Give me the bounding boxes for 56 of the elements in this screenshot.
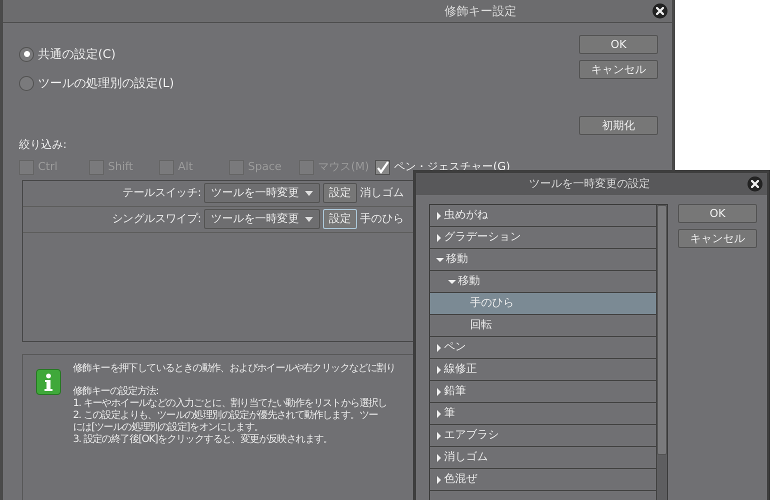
tool-name: 消しゴム — [360, 184, 404, 201]
tree-item[interactable]: ペン — [430, 337, 656, 359]
scrollbar[interactable] — [656, 205, 667, 500]
settings-button[interactable]: 設定 — [323, 183, 357, 203]
window-title: 修飾キー設定 — [444, 3, 516, 20]
tree-item[interactable]: エアブラシ — [430, 425, 656, 447]
caret-right-icon[interactable] — [436, 388, 442, 396]
info-text: 3. 設定の終了後[OK]をクリックすると、変更が反映されます。 — [73, 434, 334, 446]
caret-down-icon[interactable] — [448, 278, 456, 284]
action-dropdown[interactable]: ツールを一時変更 — [204, 183, 320, 203]
tool-name: 手のひら — [360, 210, 404, 227]
dialog-button[interactable]: OK — [678, 204, 757, 223]
tree-item[interactable]: 鉛筆 — [430, 381, 656, 403]
tree-item[interactable]: グラデーション — [430, 227, 656, 249]
caret-right-icon[interactable] — [436, 366, 442, 374]
info-text: 1. キーやホイールなどの入力ごとに、割り当てたい動作をリストから選択し — [73, 398, 388, 410]
radio-label[interactable]: 共通の設定(C) — [38, 45, 116, 63]
tree-item[interactable]: 線修正 — [430, 359, 656, 381]
dialog-button[interactable]: キャンセル — [678, 229, 757, 248]
tree-item[interactable]: 色混ぜ — [430, 469, 656, 491]
settings-button[interactable]: 設定 — [323, 209, 357, 229]
tree-item[interactable]: 移動 — [430, 249, 656, 271]
caret-down-icon — [305, 216, 313, 222]
tree-item[interactable]: 消しゴム — [430, 447, 656, 469]
filter-label: 絞り込み: — [19, 138, 67, 151]
tree-item[interactable]: 手のひら — [430, 293, 656, 315]
close-icon[interactable] — [747, 176, 763, 192]
window-title: ツールを一時変更の設定 — [529, 176, 650, 192]
input-label: シングルスワイプ: — [110, 210, 201, 227]
input-label: テールスイッチ: — [122, 184, 201, 201]
action-dropdown[interactable]: ツールを一時変更 — [204, 209, 320, 229]
radio-label[interactable]: ツールの処理別の設定(L) — [38, 74, 174, 92]
checkbox[interactable] — [375, 160, 390, 175]
radio-button[interactable] — [19, 46, 34, 62]
info-text: 2. この設定よりも、ツールの処理別の設定が優先されて動作します。ツー — [73, 410, 379, 422]
caret-right-icon[interactable] — [436, 344, 442, 352]
info-text: 修飾キーの設定方法: — [73, 386, 160, 398]
caret-right-icon[interactable] — [436, 454, 442, 462]
caret-right-icon[interactable] — [436, 432, 442, 440]
tree-item[interactable]: 虫めがね — [430, 205, 656, 227]
caret-down-icon — [305, 190, 313, 196]
info-text: には[ツールの処理別の設定]をオンにします。 — [73, 422, 264, 432]
caret-down-icon[interactable] — [436, 256, 444, 262]
dialog-button[interactable]: キャンセル — [579, 60, 658, 79]
tree-item[interactable]: 筆 — [430, 403, 656, 425]
caret-right-icon[interactable] — [436, 410, 442, 418]
caret-right-icon[interactable] — [436, 212, 442, 220]
caret-right-icon[interactable] — [436, 234, 442, 242]
tree-item[interactable]: 回転 — [430, 315, 656, 337]
dialog-button[interactable]: 初期化 — [579, 116, 658, 135]
info-icon — [36, 368, 61, 394]
dialog-button[interactable]: OK — [579, 35, 658, 54]
close-icon[interactable] — [652, 3, 668, 19]
radio-button[interactable] — [19, 76, 34, 90]
caret-right-icon[interactable] — [436, 476, 442, 484]
info-text: 修飾キーを押下しているときの動作、およびホイールや右クリックなどに割り — [73, 362, 391, 374]
